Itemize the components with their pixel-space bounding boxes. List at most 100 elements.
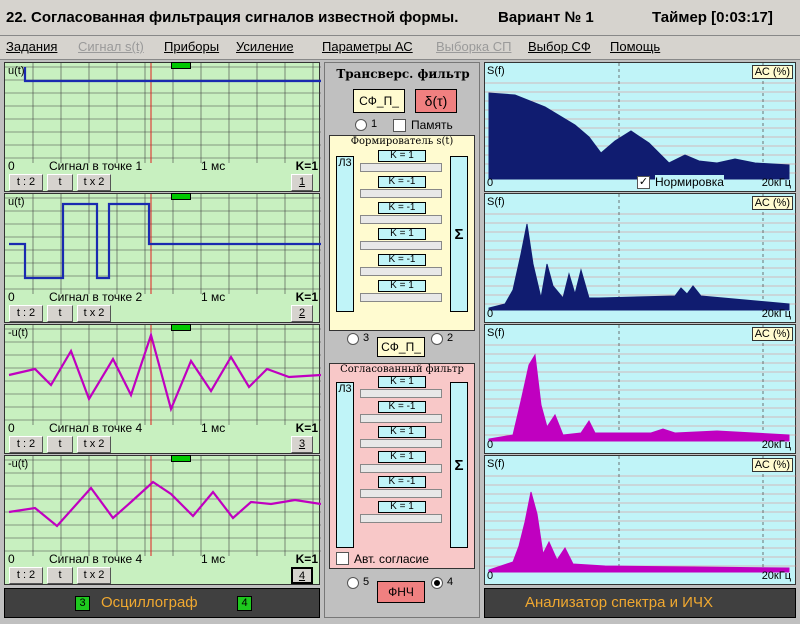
time-reset-button[interactable]: t (47, 305, 73, 322)
osc-footer-num-right[interactable]: 4 (237, 596, 252, 611)
radio-2[interactable] (431, 333, 443, 345)
menu-devices[interactable]: Приборы (164, 39, 219, 54)
ac-percent-button[interactable]: АС (%) (751, 65, 793, 79)
former-lz: Л3 (336, 156, 354, 312)
channel-2-button[interactable]: 2 (291, 305, 313, 322)
time-reset-button[interactable]: t (47, 436, 73, 453)
time-halve-button[interactable]: t : 2 (9, 567, 43, 584)
time-double-button[interactable]: t x 2 (77, 436, 111, 453)
former-tap-4: K = 1 (360, 228, 442, 253)
osc-channel-2: u(t) 0 Сигнал в точке 2 1 мс K=1 t : 2 t t … (4, 193, 321, 323)
former-gain-slider[interactable] (360, 241, 442, 250)
former-gain-label: K = -1 (378, 176, 426, 188)
radio-3[interactable] (347, 333, 359, 345)
auto-match-checkbox[interactable] (336, 552, 349, 565)
osc-gain-label: K=1 (295, 421, 318, 435)
matched-filter-title: Согласованный фильтр (340, 364, 464, 375)
osc-plot-2 (5, 194, 321, 294)
former-gain-slider[interactable] (360, 215, 442, 224)
time-halve-button[interactable]: t : 2 (9, 174, 43, 191)
matched-gain-label: K = 1 (378, 501, 426, 513)
matched-gain-slider[interactable] (360, 514, 442, 523)
former-panel: Формирователь s(t) Л3 Σ K = 1 K = -1 K = -… (329, 135, 475, 331)
time-halve-button[interactable]: t : 2 (9, 305, 43, 322)
sf-mid-box[interactable]: СФ_П_ (377, 337, 425, 357)
matched-gain-slider[interactable] (360, 414, 442, 423)
matched-gain-slider[interactable] (360, 439, 442, 448)
former-gain-slider[interactable] (360, 293, 442, 302)
matched-gain-label: K = -1 (378, 476, 426, 488)
title-bar: 22. Согласованная фильтрация сигналов из… (0, 0, 800, 36)
time-double-button[interactable]: t x 2 (77, 567, 111, 584)
oscilloscope-footer: 3 Осциллограф 4 (4, 588, 320, 618)
matched-tap-1: K = 1 (360, 376, 442, 401)
menu-help[interactable]: Помощь (610, 39, 660, 54)
time-double-button[interactable]: t x 2 (77, 174, 111, 191)
former-gain-slider[interactable] (360, 163, 442, 172)
former-gain-label: K = -1 (378, 254, 426, 266)
lpf-box[interactable]: ФНЧ (377, 581, 425, 603)
channel-4-button[interactable]: 4 (291, 567, 313, 584)
menu-sf-select[interactable]: Выбор СФ (528, 39, 591, 54)
matched-gain-slider[interactable] (360, 464, 442, 473)
former-gain-label: K = 1 (378, 150, 426, 162)
osc-gain-label: K=1 (295, 159, 318, 173)
former-tap-2: K = -1 (360, 176, 442, 201)
matched-gain-slider[interactable] (360, 489, 442, 498)
former-gain-slider[interactable] (360, 189, 442, 198)
normalize-label: Нормировка (655, 175, 724, 189)
osc-ylabel: -u(t) (8, 327, 29, 339)
matched-gain-label: K = 1 (378, 426, 426, 438)
osc-x1: 1 мс (201, 421, 226, 435)
sf-top-box[interactable]: СФ_П_ (353, 89, 405, 113)
osc-signal-label: Сигнал в точке 4 (49, 421, 143, 435)
menu-bar: Задания Сигнал s(t) Приборы Усиление Пар… (0, 36, 800, 60)
time-reset-button[interactable]: t (47, 174, 73, 191)
ac-percent-button[interactable]: АС (%) (751, 327, 793, 341)
matched-filter-panel: Согласованный фильтр Л3 Σ K = 1 K = -1 K =… (329, 363, 475, 569)
menu-signal: Сигнал s(t) (78, 39, 144, 54)
osc-x1: 1 мс (201, 159, 226, 173)
time-double-button[interactable]: t x 2 (77, 305, 111, 322)
former-gain-slider[interactable] (360, 267, 442, 276)
radio-1[interactable] (355, 119, 367, 131)
menu-sp-sample: Выборка СП (436, 39, 512, 54)
menu-as-params[interactable]: Параметры АС (322, 39, 413, 54)
osc-x0: 0 (8, 159, 15, 173)
channel-1-button[interactable]: 1 (291, 174, 313, 191)
spectrum-panel-1: S(f) АС (%) 0 20кГц ✓ Нормировка (484, 62, 797, 192)
matched-tap-2: K = -1 (360, 401, 442, 426)
matched-gain-slider[interactable] (360, 389, 442, 398)
osc-x0: 0 (8, 421, 15, 435)
osc-x1: 1 мс (201, 552, 226, 566)
matched-lz: Л3 (336, 382, 354, 548)
ac-percent-button[interactable]: АС (%) (751, 458, 793, 472)
time-reset-button[interactable]: t (47, 567, 73, 584)
time-halve-button[interactable]: t : 2 (9, 436, 43, 453)
spectrum-x1: 20кГц (761, 570, 791, 582)
menu-gain[interactable]: Усиление (236, 39, 294, 54)
radio-3-label: 3 (363, 332, 370, 344)
former-tap-6: K = 1 (360, 280, 442, 305)
spectrum-x0: 0 (487, 308, 494, 320)
matched-tap-4: K = 1 (360, 451, 442, 476)
former-title: Формирователь s(t) (350, 136, 454, 147)
auto-match-label: Авт. согласие (354, 552, 429, 566)
former-gain-label: K = 1 (378, 280, 426, 292)
spectrum-x0: 0 (487, 570, 494, 582)
radio-5[interactable] (347, 577, 359, 589)
menu-tasks[interactable]: Задания (6, 39, 57, 54)
osc-indicator-led (171, 324, 191, 331)
oscilloscope-label: Осциллограф (101, 594, 198, 611)
normalize-checkbox[interactable]: ✓ (637, 176, 650, 189)
channel-3-button[interactable]: 3 (291, 436, 313, 453)
spectrum-x0: 0 (487, 439, 494, 451)
former-gain-label: K = -1 (378, 202, 426, 214)
delta-box[interactable]: δ(τ) (415, 89, 457, 113)
osc-ylabel: u(t) (8, 196, 25, 208)
osc-footer-num-left[interactable]: 3 (75, 596, 90, 611)
osc-signal-label: Сигнал в точке 2 (49, 290, 143, 304)
radio-4[interactable] (431, 577, 443, 589)
ac-percent-button[interactable]: АС (%) (751, 196, 793, 210)
memory-checkbox[interactable] (393, 119, 406, 132)
